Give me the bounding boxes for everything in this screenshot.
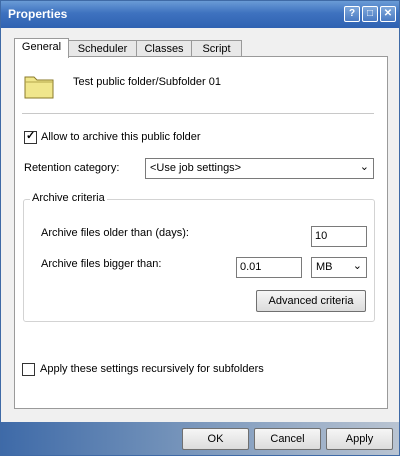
tab-general[interactable]: General: [14, 38, 69, 58]
window-title: Properties: [8, 7, 68, 21]
dialog-footer: OK Cancel Apply: [1, 422, 399, 455]
allow-archive-checkbox[interactable]: ✓: [24, 130, 37, 144]
older-than-label: Archive files older than (days):: [41, 227, 189, 239]
title-bar[interactable]: Properties ? □ ✕: [1, 1, 399, 28]
allow-archive-label[interactable]: Allow to archive this public folder: [41, 131, 201, 143]
advanced-criteria-button[interactable]: Advanced criteria: [256, 290, 366, 312]
archive-criteria-title: Archive criteria: [30, 192, 107, 204]
older-than-value: 10: [315, 230, 328, 242]
divider: [22, 113, 374, 114]
cancel-button[interactable]: Cancel: [254, 428, 321, 450]
bigger-than-value: 0.01: [240, 261, 262, 273]
folder-path: Test public folder/Subfolder 01: [73, 76, 221, 88]
chevron-down-icon: ⌄: [352, 260, 362, 272]
recursive-checkbox[interactable]: [22, 363, 35, 376]
retention-select[interactable]: <Use job settings> ⌄: [145, 158, 374, 179]
older-than-input[interactable]: 10: [311, 226, 367, 247]
tab-script[interactable]: Script: [191, 40, 242, 57]
checkmark-icon: ✓: [26, 130, 36, 142]
maximize-button[interactable]: □: [362, 6, 378, 22]
retention-label: Retention category:: [24, 162, 120, 174]
bigger-than-label: Archive files bigger than:: [41, 258, 162, 270]
retention-value: <Use job settings>: [150, 162, 242, 174]
bigger-than-input[interactable]: 0.01: [236, 257, 302, 278]
ok-button[interactable]: OK: [182, 428, 249, 450]
tab-scheduler[interactable]: Scheduler: [68, 40, 137, 57]
archive-criteria-group: Archive criteria Archive files older tha…: [23, 192, 375, 322]
help-button[interactable]: ?: [344, 6, 360, 22]
properties-dialog: Properties ? □ ✕ General Scheduler Class…: [0, 0, 400, 456]
chevron-down-icon: ⌄: [359, 161, 369, 173]
close-button[interactable]: ✕: [380, 6, 396, 22]
tab-classes[interactable]: Classes: [136, 40, 192, 57]
recursive-label[interactable]: Apply these settings recursively for sub…: [40, 363, 264, 375]
general-panel: Test public folder/Subfolder 01 ✓ Allow …: [14, 56, 388, 409]
size-unit-value: MB: [316, 261, 333, 273]
apply-button[interactable]: Apply: [326, 428, 393, 450]
folder-icon: [24, 76, 54, 99]
size-unit-select[interactable]: MB ⌄: [311, 257, 367, 278]
